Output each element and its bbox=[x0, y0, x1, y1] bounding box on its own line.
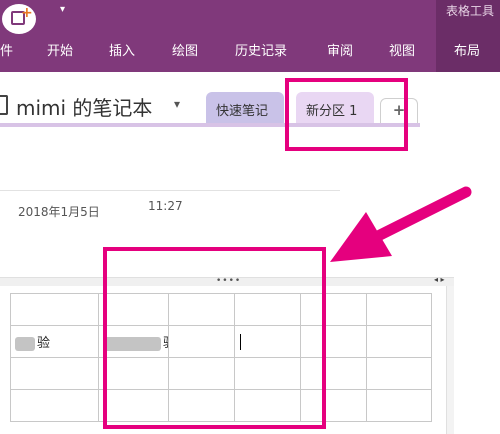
notebook-title[interactable]: mimi 的笔记本 bbox=[16, 92, 152, 121]
table-cell[interactable] bbox=[10, 293, 99, 326]
table-cell[interactable] bbox=[366, 389, 432, 422]
quick-access-button[interactable]: + bbox=[2, 4, 36, 34]
table-right-edge bbox=[446, 286, 454, 434]
tab-layout[interactable]: 布局 bbox=[454, 40, 480, 59]
ribbon bbox=[0, 0, 500, 72]
table-cell[interactable] bbox=[10, 389, 99, 422]
table-cell[interactable] bbox=[10, 357, 99, 390]
tab-history[interactable]: 历史记录 bbox=[235, 40, 287, 59]
highlight-box-section-tab bbox=[285, 78, 408, 151]
page-time: 11:27 bbox=[148, 199, 183, 213]
notebook-dropdown-icon[interactable]: ▾ bbox=[174, 97, 180, 111]
cell-text: 验 bbox=[37, 336, 51, 351]
table-tools-label: 表格工具 bbox=[446, 4, 495, 18]
page-title-line[interactable] bbox=[0, 190, 340, 191]
page-date: 2018年1月5日 bbox=[18, 205, 100, 219]
notebook-icon bbox=[0, 95, 8, 115]
qat-dropdown-icon[interactable]: ▾ bbox=[60, 4, 65, 15]
tab-insert[interactable]: 插入 bbox=[109, 40, 135, 59]
table-scroll-arrows[interactable]: ◂ ▸ bbox=[434, 275, 445, 284]
table-cell[interactable] bbox=[366, 357, 432, 390]
section-tab-quick-notes[interactable]: 快速笔记 bbox=[206, 92, 284, 123]
plus-icon: + bbox=[21, 5, 33, 21]
tab-review[interactable]: 审阅 bbox=[327, 40, 353, 59]
table-cell[interactable] bbox=[366, 293, 432, 326]
highlight-box-table-column bbox=[103, 247, 326, 429]
tab-view[interactable]: 视图 bbox=[389, 40, 415, 59]
table-cell[interactable] bbox=[366, 325, 432, 358]
blurred-text bbox=[15, 336, 35, 351]
table-cell[interactable]: 验 bbox=[10, 325, 99, 358]
tab-draw[interactable]: 绘图 bbox=[172, 40, 198, 59]
tab-file[interactable]: 件 bbox=[0, 40, 13, 59]
tab-home[interactable]: 开始 bbox=[47, 40, 73, 59]
